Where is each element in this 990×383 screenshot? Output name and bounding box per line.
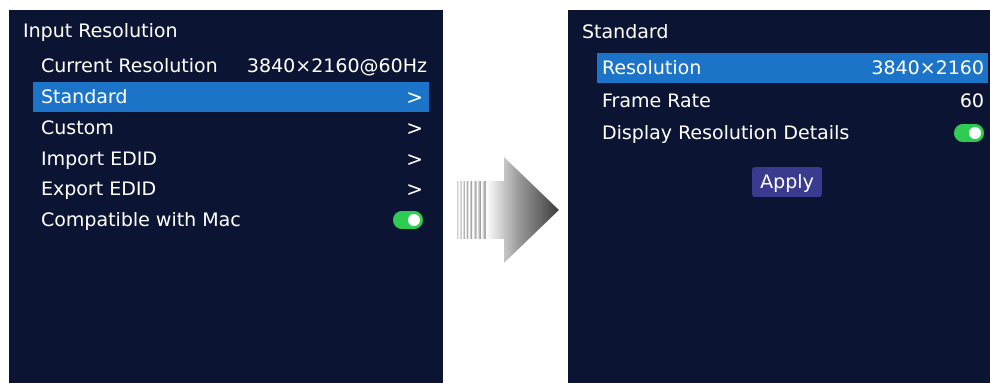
setting-label: Display Resolution Details xyxy=(602,122,850,144)
setting-row-resolution[interactable]: Resolution 3840×2160 xyxy=(597,53,988,83)
menu-item-current-resolution: Current Resolution 3840×2160@60Hz xyxy=(33,51,435,81)
screen-title: Standard xyxy=(582,21,669,43)
frame-rate-value: 60 xyxy=(959,90,984,112)
menu-item-standard[interactable]: Standard > xyxy=(33,82,429,112)
chevron-right-icon: > xyxy=(406,116,423,140)
menu-item-label: Standard xyxy=(41,86,128,108)
menu-item-import-edid[interactable]: Import EDID > xyxy=(33,144,429,174)
resolution-value: 3840×2160 xyxy=(871,57,984,79)
display-details-toggle[interactable] xyxy=(954,124,984,142)
menu-item-label: Custom xyxy=(41,117,114,139)
setting-label: Frame Rate xyxy=(602,90,711,112)
menu-item-label: Import EDID xyxy=(41,148,157,170)
input-resolution-screen: Input Resolution Current Resolution 3840… xyxy=(9,10,443,383)
chevron-right-icon: > xyxy=(406,147,423,171)
right-arrow-icon xyxy=(457,157,559,263)
chevron-right-icon: > xyxy=(406,177,423,201)
standard-screen: Standard Resolution 3840×2160 Frame Rate… xyxy=(568,10,990,383)
menu-item-export-edid[interactable]: Export EDID > xyxy=(33,174,429,204)
menu-item-label: Export EDID xyxy=(41,178,157,200)
menu-item-label: Current Resolution xyxy=(41,55,218,77)
setting-row-frame-rate[interactable]: Frame Rate 60 xyxy=(597,86,988,116)
chevron-right-icon: > xyxy=(406,85,423,109)
mac-compatibility-toggle[interactable] xyxy=(393,211,423,229)
current-resolution-value: 3840×2160@60Hz xyxy=(246,55,427,77)
setting-row-display-resolution-details[interactable]: Display Resolution Details xyxy=(597,118,988,148)
menu-item-label: Compatible with Mac xyxy=(41,209,241,231)
screen-title: Input Resolution xyxy=(23,20,178,42)
menu-item-custom[interactable]: Custom > xyxy=(33,113,429,143)
apply-button[interactable]: Apply xyxy=(752,167,822,197)
setting-label: Resolution xyxy=(602,57,702,79)
menu-item-compatible-with-mac[interactable]: Compatible with Mac xyxy=(33,205,429,235)
